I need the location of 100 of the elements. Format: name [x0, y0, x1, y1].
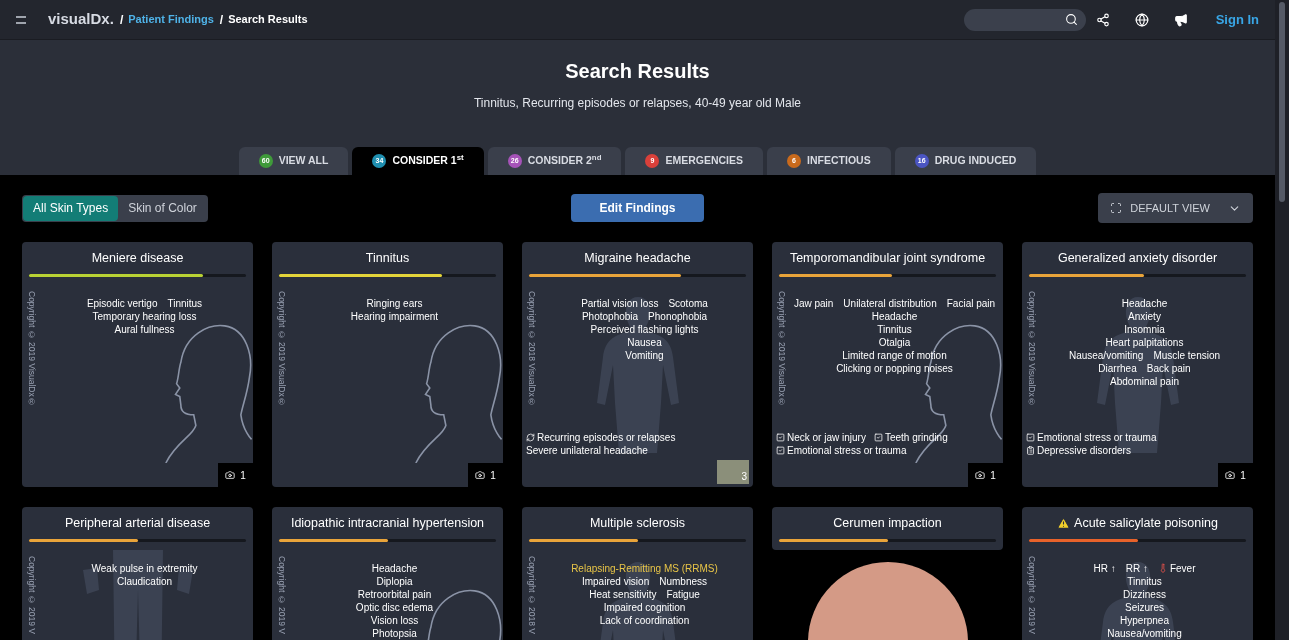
diagnosis-card[interactable]	[772, 242, 1003, 487]
copyright-text: Copyright © 2019 VisualDx®	[25, 290, 38, 407]
search-summary: Tinnitus, Recurring episodes or relapses, 40-49 year old Male	[473, 95, 802, 112]
symptom-label: Diplopia	[376, 574, 413, 588]
symptom-label: Back pain	[1146, 361, 1191, 375]
camera-icon	[1225, 470, 1236, 480]
symptom-label: Weak pulse in extremity	[91, 561, 198, 575]
image-count-badge[interactable]: 1	[468, 463, 503, 487]
breadcrumb-link[interactable]: Patient Findings	[128, 11, 214, 28]
symptom-label: Photopsia	[372, 626, 417, 640]
image-count-badge[interactable]: 1	[1218, 463, 1253, 487]
symptom-label: RR ↑	[1125, 561, 1148, 575]
search-field[interactable]	[963, 8, 1086, 31]
image-count-badge[interactable]: 1	[968, 463, 1003, 487]
skin-type-toggle[interactable]: Skin of Color	[118, 195, 207, 221]
symptom-label: Hearing impairment	[350, 309, 439, 323]
card-title: Meniere disease	[91, 250, 184, 267]
copyright-text: Copyright © 2019 VisualDx®	[775, 290, 788, 407]
diagnosis-card[interactable]: Tinnitus Copyright © 2019 VisualDx® Ringing ears Hearing impairment 1	[272, 242, 503, 487]
diagnosis-card[interactable]: Cerumen impaction	[772, 507, 1003, 640]
warning-icon	[1057, 516, 1071, 530]
card-title: Generalized anxiety disorder	[1057, 250, 1218, 267]
symptom-label: Headache	[1121, 296, 1168, 310]
diagnosis-card[interactable]: Idiopathic intracranial hypertension Copyright © 2019 V Headache Diplopia Retroorbital pain Optic disc edema Vision loss Photopsia	[272, 507, 503, 640]
subtype-heading: Relapsing-Remitting MS (RRMS)	[571, 561, 718, 575]
card-title: Idiopathic intracranial hypertension	[290, 515, 485, 532]
card-title: Tinnitus	[365, 250, 410, 267]
symptom-label: Episodic vertigo	[86, 296, 158, 310]
card-title: Cerumen impaction	[833, 515, 942, 532]
symptom-label: Diarrhea	[1098, 361, 1137, 375]
copyright-text: Copyright © 2018 V	[525, 555, 538, 634]
symptom-label: Claudication	[116, 574, 172, 588]
symptom-label: Abdominal pain	[1110, 374, 1179, 388]
symptom-label: Otalgia	[878, 335, 911, 349]
symptom-label: Hyperpnea	[1120, 613, 1169, 627]
symptom-label: Heat sensitivity	[589, 587, 657, 601]
symptom-label: Photophobia	[581, 309, 639, 323]
copyright-text: Copyright © 2019 V	[1025, 555, 1038, 634]
sign-in-link[interactable]: Sign In	[1215, 9, 1259, 30]
symptom-label: Fatigue	[666, 587, 700, 601]
diagnosis-card[interactable]	[1022, 242, 1253, 487]
breadcrumb-separator: /	[119, 11, 124, 29]
symptom-label: Clicking or popping noises	[836, 361, 953, 375]
trigger-icon	[873, 433, 883, 442]
symptom-label: Numbness	[659, 574, 708, 588]
scrollbar[interactable]	[1275, 0, 1289, 640]
logo[interactable]: visualDx.	[48, 8, 114, 31]
symptom-label: Nausea/vomiting	[1107, 626, 1182, 640]
symptom-label: Dizziness	[1123, 587, 1166, 601]
skin-type-toggle[interactable]: All Skin Types	[23, 195, 119, 221]
diagnosis-card[interactable]: Migraine headache Copyright © 2018 VisualDx® Partial vision loss Scotoma Photophobia Phonophobia Perceived flashing lights Nausea Vomiting Recurring episodes or relapses Severe unilateral headache 3	[522, 242, 753, 487]
symptom-label: Nausea/vomiting	[1068, 348, 1144, 362]
view-dropdown[interactable]: DEFAULT VIEW	[1098, 193, 1253, 223]
history-icon	[1026, 446, 1035, 455]
copyright-text: Copyright © 2018 VisualDx®	[525, 290, 538, 407]
share-icon[interactable]	[1095, 12, 1110, 27]
diagnosis-card[interactable]: Multiple sclerosis Copyright © 2018 V Relapsing-Remitting MS (RRMS) Impaired vision Numbness Heat sensitivity Fatigue Impaired cognition Lack of coordination	[522, 507, 753, 640]
megaphone-icon[interactable]	[1173, 12, 1188, 27]
copyright-text: Copyright © 2019 VisualDx®	[275, 290, 288, 407]
symptom-label: Seizures	[1125, 600, 1164, 614]
symptom-label: Headache	[871, 309, 918, 323]
symptom-label: HR ↑	[1093, 561, 1116, 575]
risk-factor: Emotional stress or trauma	[787, 444, 907, 457]
symptom-label: Headache	[371, 561, 418, 575]
diagnosis-card[interactable]: Peripheral arterial disease Copyright © 2019 V Weak pulse in extremity Claudication	[22, 507, 253, 640]
risk-factor: Severe unilateral headache	[526, 444, 648, 457]
diagnosis-card[interactable]: Meniere disease Copyright © 2019 VisualDx® Episodic vertigo Tinnitus Temporary hearing loss Aural fullness 1	[22, 242, 253, 487]
risk-factor: Emotional stress or trauma	[1037, 431, 1157, 444]
diagnosis-card[interactable]: Acute salicylate poisoning Copyright © 2019 V HR ↑ RR ↑ Fever Tinnitus Dizziness Seizures Hyperpnea Nausea/vomiting	[1022, 507, 1253, 640]
symptom-label: Aural fullness	[114, 322, 175, 336]
symptom-label: Impaired vision	[581, 574, 650, 588]
risk-factor: Recurring episodes or relapses	[537, 431, 676, 444]
symptom-label: Tinnitus	[877, 322, 912, 336]
symptom-label: Vision loss	[370, 613, 419, 627]
breadcrumb-current: Search Results	[228, 12, 308, 28]
menu-icon[interactable]	[16, 15, 26, 24]
symptom-label: Optic disc edema	[355, 600, 434, 614]
symptom-label: Unilateral distribution	[843, 296, 937, 310]
card-title: Peripheral arterial disease	[64, 515, 211, 532]
card-title: Temporomandibular joint syndrome	[789, 250, 986, 267]
symptom-label: Facial pain	[946, 296, 996, 310]
breadcrumb-separator: /	[219, 11, 224, 29]
image-count-badge[interactable]: 1	[218, 463, 253, 487]
edit-findings-button[interactable]: Edit Findings	[571, 194, 704, 222]
focus-icon	[1110, 202, 1123, 214]
globe-icon[interactable]	[1134, 12, 1149, 27]
risk-factor: Teeth grinding	[884, 431, 948, 444]
symptom-label: Insomnia	[1124, 322, 1165, 336]
card-title: Acute salicylate poisoning	[1074, 515, 1218, 532]
symptom-label: Ringing ears	[366, 296, 423, 310]
symptom-label: Heart palpitations	[1105, 335, 1184, 349]
symptom-label: Nausea	[627, 335, 662, 349]
symptom-label: Partial vision loss	[581, 296, 659, 310]
card-title: Migraine headache	[584, 250, 691, 267]
symptom-label: Impaired cognition	[603, 600, 686, 614]
symptom-label: Tinnitus	[167, 296, 203, 310]
camera-icon	[975, 470, 986, 480]
symptom-label: Temporary hearing loss	[92, 309, 197, 323]
copyright-text: Copyright © 2019 V	[25, 555, 38, 634]
trigger-icon	[776, 446, 785, 455]
